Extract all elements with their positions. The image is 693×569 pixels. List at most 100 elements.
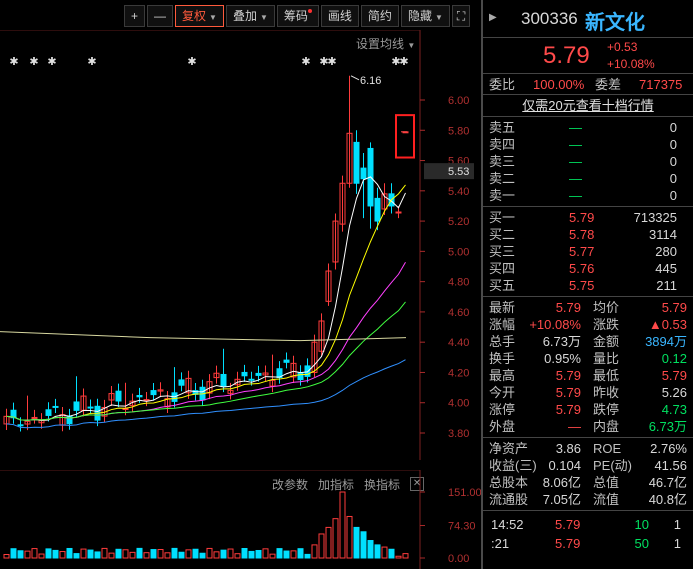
fullscreen-button[interactable]: ⛶ bbox=[451, 5, 471, 27]
order-price: — bbox=[569, 120, 582, 135]
volume-bar bbox=[136, 547, 143, 559]
order-volume: 211 bbox=[656, 278, 677, 293]
chips-button[interactable]: 筹码 bbox=[276, 5, 319, 27]
volume-bar bbox=[45, 548, 52, 559]
volume-bar bbox=[374, 544, 381, 559]
order-price: 5.79 bbox=[569, 210, 595, 225]
fund-label: 总值 bbox=[593, 475, 620, 490]
order-price: 5.78 bbox=[569, 227, 595, 242]
fund-value: 41.56 bbox=[654, 458, 687, 473]
candle-body bbox=[248, 378, 255, 381]
fund-label: 总股本 bbox=[489, 475, 529, 490]
stat-label: 金额 bbox=[593, 334, 620, 349]
volume-bar bbox=[360, 531, 367, 559]
order-price: — bbox=[569, 154, 582, 169]
stat-value: 6.73万 bbox=[648, 419, 687, 434]
weibi-label: 委比 bbox=[489, 77, 516, 92]
order-price: 5.75 bbox=[569, 278, 595, 293]
order-level-label: 买四 bbox=[489, 261, 516, 276]
stat-label: 外盘 bbox=[489, 419, 516, 434]
volume-bar bbox=[220, 549, 227, 559]
volume-bar bbox=[262, 548, 269, 559]
zoom-in-button[interactable]: + bbox=[124, 5, 146, 27]
fuquan-button[interactable]: 复权 ▼ bbox=[175, 5, 224, 27]
stat-value: 5.26 bbox=[661, 385, 687, 400]
price-tick-label: 3.80 bbox=[448, 428, 469, 440]
price-tick-label: 5.00 bbox=[448, 246, 469, 258]
order-level-label: 卖三 bbox=[489, 154, 516, 169]
stat-row: 换手 0.95% 量比 0.12 bbox=[483, 350, 693, 367]
high-marker-arrow bbox=[350, 75, 360, 81]
simple-mode-button[interactable]: 简约 bbox=[360, 5, 399, 27]
volume-bar bbox=[24, 550, 31, 559]
zoom-out-button[interactable]: — bbox=[147, 5, 174, 27]
order-level-label: 买五 bbox=[489, 278, 516, 293]
stat-label: 最高 bbox=[489, 368, 516, 383]
order-level-label: 买一 bbox=[489, 210, 516, 225]
weicha-label: 委差 bbox=[595, 77, 622, 92]
orderbook-row: 买四 5.76 445 bbox=[483, 260, 693, 277]
upgrade-level2-link[interactable]: 仅需20元查看十档行情 bbox=[483, 95, 693, 117]
orderbook-row: 买一 5.79 713325 bbox=[483, 209, 693, 226]
stat-value: 5.79 bbox=[555, 300, 581, 315]
volume-bar bbox=[3, 554, 10, 559]
price-change-pct: +10.08% bbox=[607, 57, 655, 71]
volume-bar bbox=[122, 549, 129, 559]
tick-row: :21 5.79 50 1 bbox=[483, 534, 693, 553]
volume-bar bbox=[402, 553, 409, 559]
stat-value: 0.95% bbox=[544, 351, 581, 366]
fund-value: 40.8亿 bbox=[648, 492, 687, 507]
chevron-down-icon: ▼ bbox=[209, 13, 217, 22]
fund-label: 流通股 bbox=[489, 492, 529, 507]
order-volume: 0 bbox=[669, 171, 677, 186]
panel-header: ▶ 300336 新文化 bbox=[483, 0, 693, 38]
order-volume: 0 bbox=[669, 188, 677, 203]
candle-body bbox=[360, 167, 367, 180]
draw-line-button[interactable]: 画线 bbox=[320, 5, 359, 27]
order-volume: 280 bbox=[655, 244, 677, 259]
kline-chart-area[interactable]: + — 复权 ▼ 叠加 ▼ 筹码 画线 简约 隐藏 ▼ ⛶ 设置均线 ▼ 6.00 5.… bbox=[0, 0, 481, 569]
volume-tick-label: 0.00 bbox=[448, 553, 469, 565]
volume-bar bbox=[17, 550, 24, 559]
candle-body bbox=[255, 372, 262, 376]
collapse-arrow-icon[interactable]: ▶ bbox=[489, 12, 497, 23]
candle-body bbox=[241, 371, 248, 377]
event-marker-icon: ✱ bbox=[327, 55, 336, 68]
order-volume: 0 bbox=[669, 137, 677, 152]
candle-body bbox=[178, 379, 185, 386]
volume-bar bbox=[311, 544, 318, 559]
stat-label: 昨收 bbox=[593, 385, 620, 400]
tick-row: 14:52 5.79 10 1 bbox=[483, 515, 693, 534]
price-chart[interactable]: 6.005.805.605.405.205.004.804.604.404.20… bbox=[0, 30, 481, 460]
stat-label: 最低 bbox=[593, 368, 620, 383]
ma250-line bbox=[0, 331, 407, 342]
stat-row: 外盘 — 内盘 6.73万 bbox=[483, 418, 693, 435]
volume-bar bbox=[353, 526, 360, 559]
overlay-button[interactable]: 叠加 ▼ bbox=[225, 5, 275, 27]
volume-bar bbox=[171, 547, 178, 559]
tick-list: 14:52 5.79 10 1:21 5.79 50 1 bbox=[483, 511, 693, 553]
volume-bar bbox=[192, 548, 199, 559]
volume-chart[interactable]: 151.00 74.30 0.00 bbox=[0, 470, 481, 569]
chevron-down-icon: ▼ bbox=[259, 13, 268, 22]
order-level-label: 卖四 bbox=[489, 137, 516, 152]
volume-bar bbox=[227, 548, 234, 559]
tick-price: 5.79 bbox=[555, 536, 581, 551]
stat-label: 最新 bbox=[489, 300, 516, 315]
fundamental-row: 收益(三) 0.104 PE(动) 41.56 bbox=[483, 457, 693, 474]
volume-bar bbox=[255, 549, 262, 559]
volume-bar bbox=[381, 546, 388, 559]
candle-body bbox=[87, 406, 94, 409]
stat-label: 今开 bbox=[489, 385, 516, 400]
volume-bar bbox=[157, 548, 164, 559]
fund-label: ROE bbox=[593, 441, 622, 456]
volume-bar bbox=[94, 551, 101, 559]
stat-label: 总手 bbox=[489, 334, 516, 349]
sell-orderbook: 卖五 — 0 卖四 — 0 卖三 — 0 卖二 — 0 卖一 — 0 bbox=[483, 117, 693, 207]
event-marker-icon: ✱ bbox=[9, 55, 18, 68]
last-price: 5.79 bbox=[543, 42, 590, 69]
orderbook-row: 买二 5.78 3114 bbox=[483, 226, 693, 243]
volume-bar bbox=[339, 491, 346, 559]
hide-button[interactable]: 隐藏 ▼ bbox=[400, 5, 450, 27]
price-tick-label: 4.80 bbox=[448, 277, 469, 289]
